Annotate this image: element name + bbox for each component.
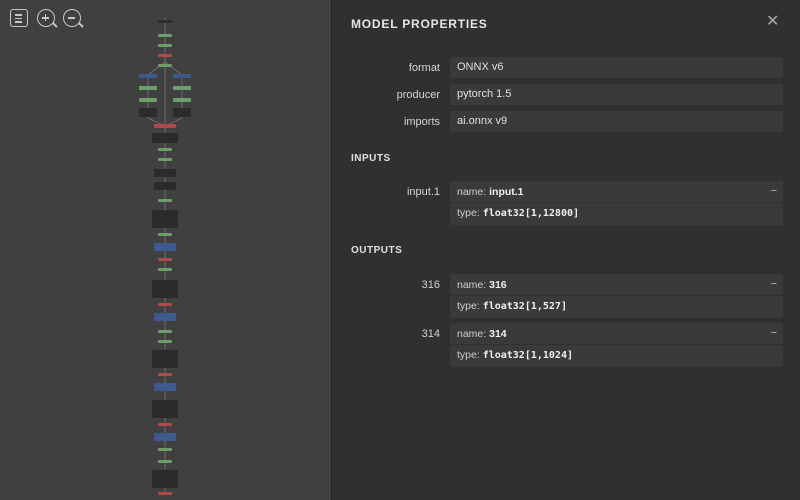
graph-node[interactable]: [158, 258, 172, 261]
graph-node[interactable]: [158, 340, 172, 343]
input-argument[interactable]: name: input.1 type: float32[1,12800] −: [450, 181, 783, 225]
graph-node[interactable]: [139, 98, 157, 102]
graph-node[interactable]: [158, 303, 172, 306]
graph-node[interactable]: [158, 54, 172, 57]
zoom-out-icon[interactable]: [63, 9, 84, 28]
graph-node[interactable]: [154, 169, 176, 177]
graph-node[interactable]: [158, 34, 172, 37]
graph-canvas[interactable]: [0, 0, 331, 500]
panel-title: MODEL PROPERTIES: [351, 17, 488, 31]
graph-node[interactable]: [139, 86, 157, 90]
graph-node[interactable]: [154, 182, 176, 190]
graph-node[interactable]: [154, 313, 176, 321]
graph-node[interactable]: [158, 448, 172, 451]
input-name-line: name: input.1: [457, 186, 524, 198]
type-prefix: type:: [457, 300, 483, 312]
output-type-line: type: float32[1,1024]: [457, 349, 573, 361]
graph-node[interactable]: [158, 268, 172, 271]
graph-node[interactable]: [158, 330, 172, 333]
output-name: 316: [489, 279, 507, 291]
graph-node[interactable]: [173, 108, 191, 117]
output-name-line: name: 314: [457, 328, 507, 340]
output-argument-314[interactable]: name: 314 type: float32[1,1024] −: [450, 323, 783, 367]
graph-node[interactable]: [158, 492, 172, 495]
graph-node[interactable]: [158, 423, 172, 426]
graph-edge: [147, 61, 166, 76]
graph-node[interactable]: [173, 98, 191, 102]
format-value: ONNX v6: [450, 57, 783, 78]
graph-node[interactable]: [158, 460, 172, 463]
format-label: format: [408, 62, 440, 74]
graph-node[interactable]: [173, 86, 191, 90]
zoom-in-icon[interactable]: [37, 9, 58, 28]
output-label-316: 316: [421, 279, 440, 291]
producer-value: pytorch 1.5: [450, 84, 783, 105]
model-graph[interactable]: [0, 0, 331, 500]
producer-label: producer: [396, 89, 440, 101]
type-prefix: type:: [457, 349, 483, 361]
model-properties-panel: MODEL PROPERTIES ✕ format ONNX v6 produc…: [331, 0, 800, 500]
divider: [450, 295, 783, 296]
name-prefix: name:: [457, 328, 490, 340]
graph-edge: [164, 61, 183, 76]
graph-node[interactable]: [152, 400, 178, 418]
divider: [450, 202, 783, 203]
graph-node[interactable]: [154, 243, 176, 251]
graph-node[interactable]: [158, 233, 172, 236]
name-prefix: name:: [457, 186, 490, 198]
graph-node[interactable]: [154, 383, 176, 391]
type-prefix: type:: [457, 207, 483, 219]
graph-node[interactable]: [158, 158, 172, 161]
output-argument-316[interactable]: name: 316 type: float32[1,527] −: [450, 274, 783, 318]
output-label-314: 314: [421, 328, 440, 340]
imports-label: imports: [403, 116, 440, 128]
graph-node[interactable]: [152, 133, 178, 143]
menu-icon[interactable]: [10, 9, 28, 27]
output-name: 314: [489, 328, 507, 340]
input-label: input.1: [406, 186, 440, 198]
graph-node[interactable]: [154, 433, 176, 441]
graph-node[interactable]: [173, 74, 191, 78]
output-type: float32[1,527]: [482, 301, 567, 312]
collapse-icon[interactable]: −: [771, 327, 777, 339]
divider: [450, 344, 783, 345]
outputs-section-header: OUTPUTS: [351, 245, 403, 256]
graph-node[interactable]: [154, 124, 176, 128]
graph-node[interactable]: [152, 350, 178, 368]
output-type-line: type: float32[1,527]: [457, 300, 567, 312]
imports-value: ai.onnx v9: [450, 111, 783, 132]
graph-node[interactable]: [152, 280, 178, 298]
input-type: float32[1,12800]: [482, 208, 580, 219]
collapse-icon[interactable]: −: [771, 185, 777, 197]
graph-node[interactable]: [139, 74, 157, 78]
close-icon[interactable]: ✕: [766, 11, 779, 31]
collapse-icon[interactable]: −: [771, 278, 777, 290]
inputs-section-header: INPUTS: [351, 153, 391, 164]
graph-node[interactable]: [158, 199, 172, 202]
output-name-line: name: 316: [457, 279, 507, 291]
input-name: input.1: [489, 186, 524, 198]
graph-node[interactable]: [158, 148, 172, 151]
graph-node[interactable]: [152, 470, 178, 488]
output-type: float32[1,1024]: [482, 350, 573, 361]
graph-node[interactable]: [152, 210, 178, 228]
graph-node[interactable]: [158, 44, 172, 47]
input-type-line: type: float32[1,12800]: [457, 207, 579, 219]
graph-node[interactable]: [158, 373, 172, 376]
name-prefix: name:: [457, 279, 490, 291]
graph-node[interactable]: [139, 108, 157, 117]
graph-node[interactable]: [158, 20, 172, 23]
graph-node[interactable]: [158, 64, 172, 67]
